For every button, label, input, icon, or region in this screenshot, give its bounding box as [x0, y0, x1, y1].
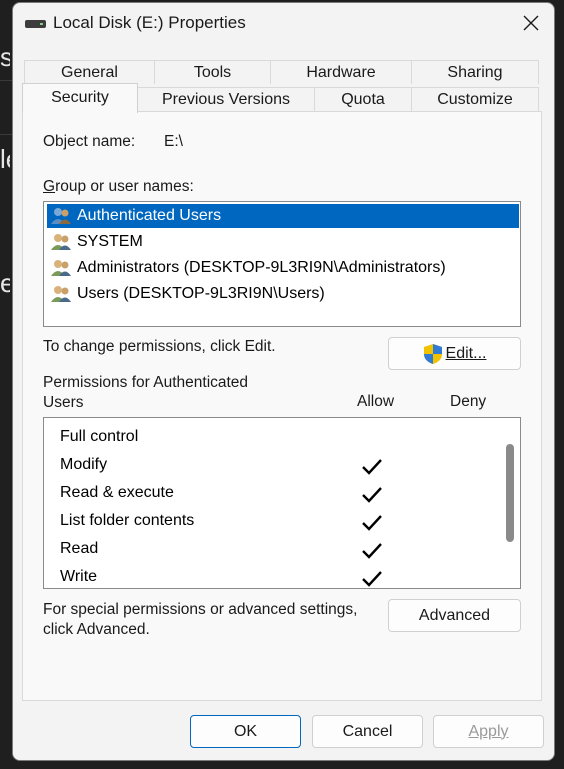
advanced-button[interactable]: Advanced [388, 599, 521, 632]
users-icon [51, 260, 71, 276]
list-item-administrators[interactable]: Administrators (DESKTOP-9L3RI9N\Administ… [47, 256, 446, 280]
special-permissions-text: For special permissions or advanced sett… [43, 600, 357, 640]
list-item-authenticated-users[interactable]: Authenticated Users [47, 204, 519, 228]
tab-quota[interactable]: Quota [314, 87, 412, 111]
checkmark-icon [362, 543, 382, 559]
window-title: Local Disk (E:) Properties [53, 13, 246, 32]
permission-name: Modify [60, 456, 108, 473]
permission-name: Full control [60, 428, 139, 445]
tab-customize[interactable]: Customize [411, 87, 539, 111]
apply-button[interactable]: Apply [433, 715, 544, 748]
permissions-label: Permissions for Authenticated Users [43, 373, 248, 413]
permissions-label-line2: Users [43, 394, 84, 411]
permissions-scrollbar[interactable] [506, 444, 514, 542]
checkmark-icon [362, 459, 382, 475]
list-item-label: Users (DESKTOP-9L3RI9N\Users) [77, 285, 325, 302]
list-item-label: SYSTEM [77, 233, 143, 250]
edit-button-label: Edit... [445, 344, 487, 362]
title-bar[interactable]: Local Disk (E:) Properties [13, 3, 554, 45]
dialog-footer: OK Cancel Apply [13, 701, 554, 760]
checkmark-icon [362, 487, 382, 503]
tab-previous-versions[interactable]: Previous Versions [137, 87, 315, 111]
tab-sharing[interactable]: Sharing [411, 60, 539, 84]
list-item-label: Authenticated Users [77, 207, 222, 224]
deny-column-header: Deny [450, 393, 487, 410]
permission-name: Write [60, 568, 98, 585]
checkmark-icon [362, 515, 382, 531]
group-names-label: Group or user names: [43, 178, 194, 196]
allow-column-header: Allow [357, 393, 395, 410]
properties-dialog: Local Disk (E:) Properties General Tools… [12, 2, 555, 761]
close-icon [523, 15, 539, 31]
background-divider [0, 134, 12, 135]
advanced-button-label: Advanced [418, 606, 491, 624]
ok-button-label: OK [233, 722, 258, 740]
object-name-value: E:\ [164, 133, 183, 150]
tab-tools[interactable]: Tools [154, 60, 271, 84]
cancel-button[interactable]: Cancel [312, 715, 423, 748]
permission-row: Write [60, 564, 98, 588]
apply-button-label: Apply [468, 722, 509, 740]
cancel-button-label: Cancel [342, 722, 393, 740]
permission-row: Read [60, 536, 98, 562]
edit-button[interactable]: Edit... [388, 337, 521, 370]
access-key-g: G [43, 178, 56, 195]
change-permissions-text: To change permissions, click Edit. [43, 338, 276, 355]
users-icon [51, 234, 71, 250]
drive-icon [25, 20, 46, 28]
permission-name: Read [60, 540, 99, 557]
permissions-label-line1: Permissions for Authenticated [43, 374, 249, 391]
ok-button[interactable]: OK [190, 715, 301, 748]
permission-row: List folder contents [60, 508, 194, 534]
permission-name: List folder contents [60, 512, 195, 529]
checkmark-icon [362, 571, 382, 587]
permission-name: Read & execute [60, 484, 174, 501]
list-item-users[interactable]: Users (DESKTOP-9L3RI9N\Users) [47, 282, 325, 306]
permission-row: Read & execute [60, 480, 174, 506]
background-text: le [0, 144, 10, 174]
background-text: s [0, 42, 10, 72]
users-icon [51, 208, 71, 224]
permissions-list[interactable]: Full control Modify Read & execute List … [43, 417, 521, 589]
special-permissions-line2: click Advanced. [43, 621, 150, 638]
list-item-system[interactable]: SYSTEM [47, 230, 143, 254]
permission-row: Full control [60, 424, 138, 450]
special-permissions-line1: For special permissions or advanced sett… [43, 601, 358, 618]
background-divider [0, 80, 12, 81]
list-item-label: Administrators (DESKTOP-9L3RI9N\Administ… [77, 259, 446, 276]
background-text: e [0, 268, 10, 298]
tab-general[interactable]: General [24, 60, 155, 84]
group-names-label-text: roup or user names: [55, 178, 194, 195]
group-list[interactable]: Authenticated Users SYSTEM Administrator… [43, 201, 521, 327]
close-button[interactable] [508, 3, 554, 43]
uac-shield-icon [423, 343, 442, 364]
permission-row: Modify [60, 452, 107, 478]
tab-hardware[interactable]: Hardware [270, 60, 412, 84]
tab-security[interactable]: Security [22, 83, 138, 113]
object-name-label: Object name: [43, 133, 136, 150]
users-icon [51, 286, 71, 302]
